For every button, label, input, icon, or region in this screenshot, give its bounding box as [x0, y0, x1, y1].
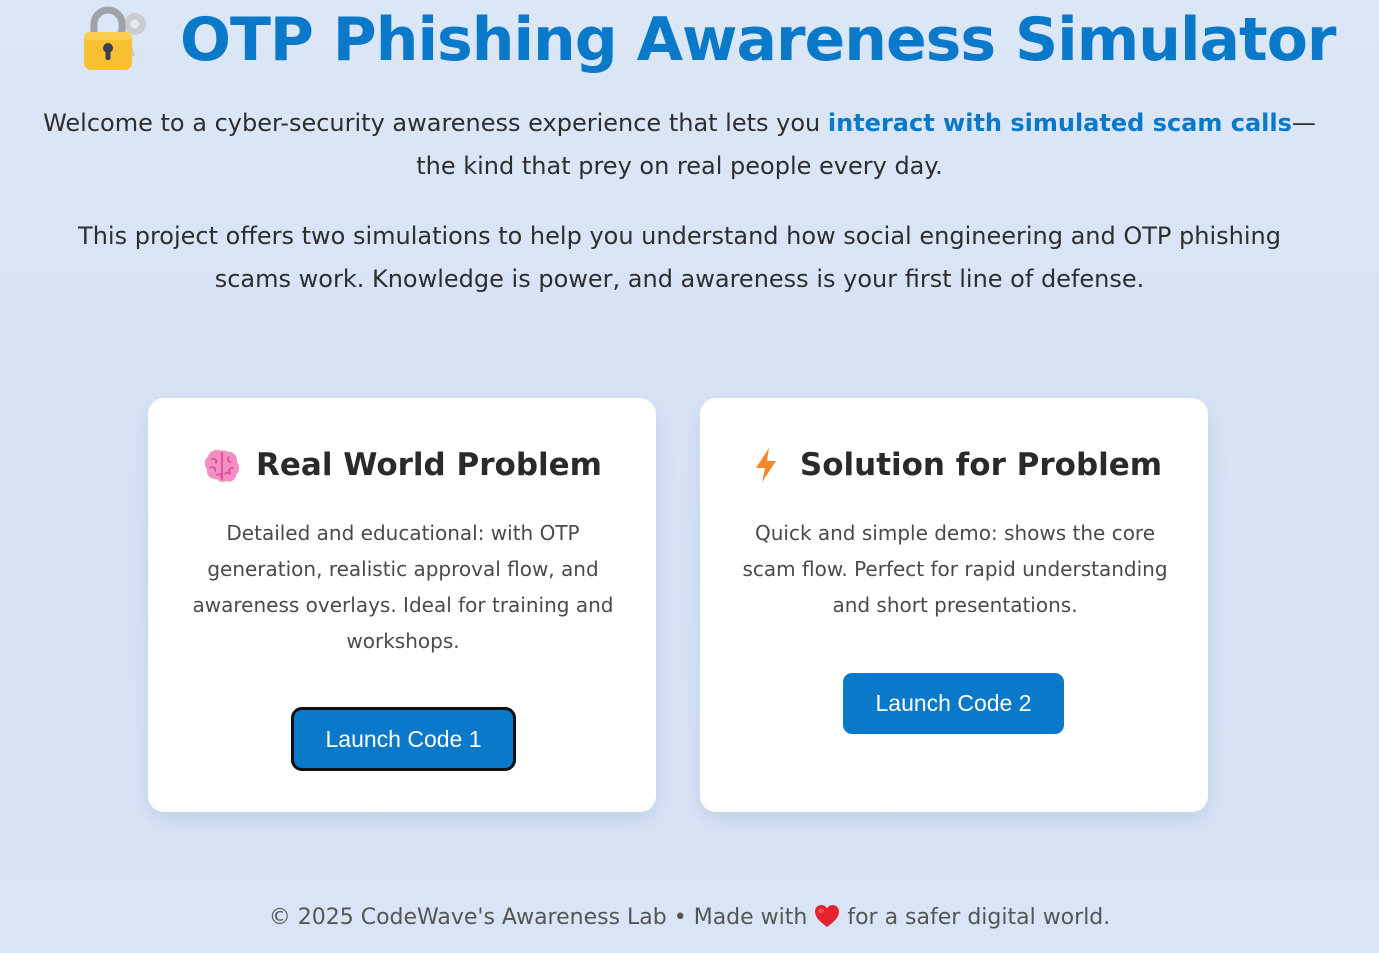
card-description-2: Quick and simple demo: shows the core sc… — [742, 521, 1168, 617]
lightning-icon — [755, 448, 776, 482]
card-title-row-1: Real World Problem — [148, 444, 656, 486]
intro-paragraph-2: This project offers two simulations to h… — [78, 222, 1281, 293]
card-title-row-2: Solution for Problem — [700, 444, 1208, 486]
launch-code-2-button[interactable]: Launch Code 2 — [843, 673, 1064, 734]
card-title-1: Real World Problem — [256, 447, 602, 483]
locked-with-key-icon — [84, 6, 146, 70]
card-description-1: Detailed and educational: with OTP gener… — [192, 521, 614, 653]
intro-text-start: Welcome to a cyber-security awareness ex… — [43, 109, 828, 137]
footer: © 2025 CodeWave's Awareness Lab • Made w… — [0, 898, 1379, 938]
brain-icon — [204, 449, 240, 483]
card-title-2: Solution for Problem — [799, 447, 1163, 483]
footer-text-start: © 2025 CodeWave's Awareness Lab • Made w… — [268, 905, 808, 930]
page-header: OTP Phishing Awareness Simulator — [0, 0, 1379, 80]
intro-highlight: interact with simulated scam calls — [827, 109, 1292, 137]
heart-icon — [815, 905, 840, 927]
launch-code-1-button[interactable]: Launch Code 1 — [291, 707, 516, 771]
footer-text-end: for a safer digital world. — [847, 905, 1111, 930]
page-title: OTP Phishing Awareness Simulator — [180, 5, 1337, 75]
intro-paragraph-1: Welcome to a cyber-security awareness ex… — [40, 102, 1319, 188]
